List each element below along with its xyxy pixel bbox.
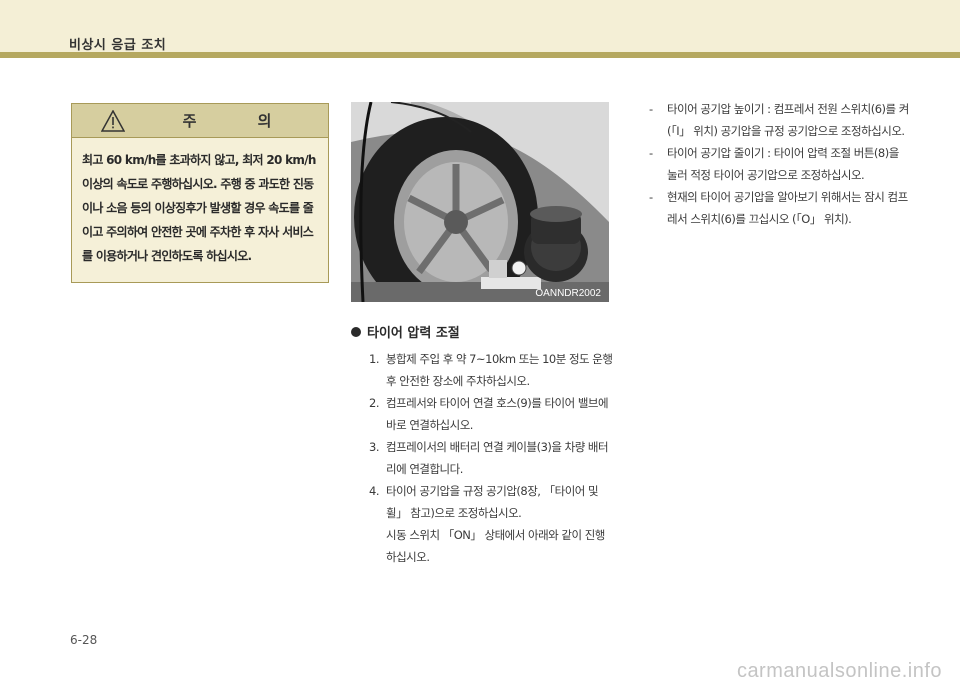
list-dash: - — [649, 146, 653, 160]
step-number: 2. — [369, 396, 379, 410]
tire-compressor-photo: OANNDR2002 — [351, 102, 609, 302]
list-text: 타이어 공기압 줄이기 : 타이어 압력 조절 버튼(8)을 눌러 적정 타이어… — [667, 146, 899, 182]
step-item: 3. 컴프레이서의 배터리 연결 케이블(3)을 차량 배터리에 연결합니다. — [369, 436, 614, 480]
list-item: - 현재의 타이어 공기압을 알아보기 위해서는 잠시 컴프레서 스위치(6)를… — [649, 186, 911, 230]
caution-title: 주 의 — [182, 112, 300, 130]
bullet-icon — [351, 326, 361, 337]
step-text: 타이어 공기압을 규정 공기압(8장, 「타이어 및 휠」 참고)으로 조정하십… — [386, 484, 599, 520]
step-text: 컴프레이서의 배터리 연결 케이블(3)을 차량 배터리에 연결합니다. — [386, 440, 609, 476]
step-item: 4. 타이어 공기압을 규정 공기압(8장, 「타이어 및 휠」 참고)으로 조… — [369, 480, 614, 524]
photo-code: OANNDR2002 — [535, 288, 601, 299]
list-text: 현재의 타이어 공기압을 알아보기 위해서는 잠시 컴프레서 스위치(6)를 끄… — [667, 190, 908, 226]
photo-illustration — [351, 102, 609, 302]
step-extra-text: 시동 스위치 「ON」 상태에서 아래와 같이 진행하십시오. — [386, 528, 605, 564]
step-number: 1. — [369, 352, 379, 366]
caution-header: 주 의 — [72, 104, 328, 138]
step-list: 1. 봉합제 주입 후 약 7~10km 또는 10분 정도 운행 후 안전한 … — [369, 348, 614, 568]
page-section-title: 비상시 응급 조치 — [69, 38, 167, 53]
list-item: - 타이어 공기압 줄이기 : 타이어 압력 조절 버튼(8)을 눌러 적정 타… — [649, 142, 911, 186]
step-text: 컴프레서와 타이어 연결 호스(9)를 타이어 밸브에 바로 연결하십시오. — [386, 396, 609, 432]
step-item: 2. 컴프레서와 타이어 연결 호스(9)를 타이어 밸브에 바로 연결하십시오… — [369, 392, 614, 436]
page-number: 6-28 — [70, 633, 98, 647]
step-item: 1. 봉합제 주입 후 약 7~10km 또는 10분 정도 운행 후 안전한 … — [369, 348, 614, 392]
tire-pressure-title: 타이어 압력 조절 — [367, 326, 460, 341]
list-text: 타이어 공기압 높이기 : 컴프레서 전원 스위치(6)를 켜(「I」 위치) … — [667, 102, 909, 138]
step-number: 3. — [369, 440, 379, 454]
watermark: carmanualsonline.info — [736, 660, 942, 682]
list-dash: - — [649, 190, 653, 204]
caution-text: 최고 60 km/h를 초과하지 않고, 최저 20 km/h 이상의 속도로 … — [82, 153, 316, 263]
step-number: 4. — [369, 484, 379, 498]
list-dash: - — [649, 102, 653, 116]
warning-triangle-icon — [100, 109, 125, 132]
step-text: 봉합제 주입 후 약 7~10km 또는 10분 정도 운행 후 안전한 장소에… — [386, 352, 613, 388]
list-item: - 타이어 공기압 높이기 : 컴프레서 전원 스위치(6)를 켜(「I」 위치… — [649, 98, 911, 142]
pressure-adjust-list: - 타이어 공기압 높이기 : 컴프레서 전원 스위치(6)를 켜(「I」 위치… — [649, 98, 911, 230]
tire-pressure-heading: 타이어 압력 조절 — [351, 322, 460, 341]
caution-box: 주 의 최고 60 km/h를 초과하지 않고, 최저 20 km/h 이상의 … — [71, 103, 329, 283]
